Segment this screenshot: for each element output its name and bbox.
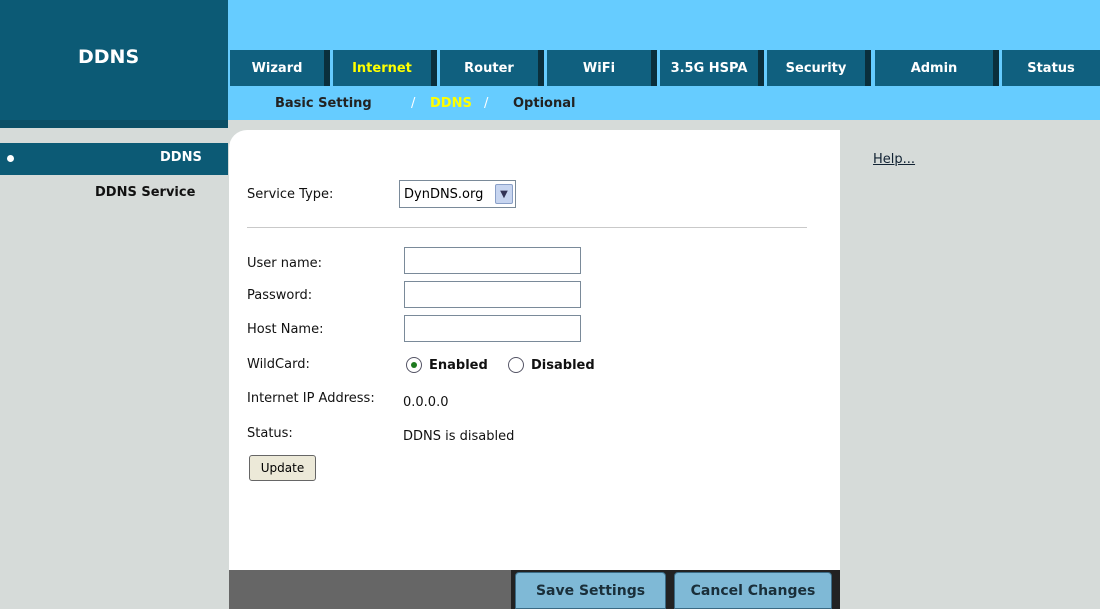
- host-name-input[interactable]: [404, 315, 581, 342]
- bullet-icon: [7, 155, 14, 162]
- subtab-ddns[interactable]: DDNS: [430, 96, 472, 111]
- password-label: Password:: [247, 288, 313, 303]
- service-type-select[interactable]: DynDNS.org ▼: [399, 180, 516, 208]
- username-input[interactable]: [404, 247, 581, 274]
- page-title: DDNS: [78, 46, 140, 68]
- internet-ip-label: Internet IP Address:: [247, 391, 375, 406]
- status-value: DDNS is disabled: [403, 429, 515, 444]
- subtab-separator: /: [411, 96, 416, 111]
- divider: [247, 227, 807, 228]
- tab-router[interactable]: Router: [440, 50, 544, 86]
- tab-wizard[interactable]: Wizard: [230, 50, 330, 86]
- header-gap: [228, 120, 1100, 128]
- password-input[interactable]: [404, 281, 581, 308]
- service-type-label: Service Type:: [247, 187, 334, 202]
- help-panel: [840, 140, 1100, 609]
- tab-wifi[interactable]: WiFi: [547, 50, 657, 86]
- cancel-changes-button[interactable]: Cancel Changes: [674, 572, 832, 609]
- tab-status[interactable]: Status: [1002, 50, 1100, 86]
- save-settings-button[interactable]: Save Settings: [515, 572, 666, 609]
- subtab-optional[interactable]: Optional: [513, 96, 575, 111]
- main-tab-bar: Wizard Internet Router WiFi 3.5G HSPA Se…: [230, 50, 1100, 86]
- sub-tab-bar: Basic Setting / DDNS / Optional: [228, 86, 1100, 120]
- wildcard-enabled-radio[interactable]: [406, 357, 422, 373]
- service-type-value: DynDNS.org: [404, 186, 484, 202]
- chevron-down-icon[interactable]: ▼: [495, 184, 513, 204]
- internet-ip-value: 0.0.0.0: [403, 395, 449, 410]
- help-link[interactable]: Help...: [873, 152, 915, 167]
- wildcard-disabled-radio[interactable]: [508, 357, 524, 373]
- status-label: Status:: [247, 426, 293, 441]
- subtab-separator: /: [484, 96, 489, 111]
- tab-internet[interactable]: Internet: [333, 50, 437, 86]
- left-header-stripe: [0, 120, 228, 128]
- username-label: User name:: [247, 256, 323, 271]
- tab-3-5g-hspa[interactable]: 3.5G HSPA: [660, 50, 764, 86]
- host-name-label: Host Name:: [247, 322, 324, 337]
- tab-security[interactable]: Security: [767, 50, 871, 86]
- sidebar: [0, 128, 228, 609]
- wildcard-label: WildCard:: [247, 357, 310, 372]
- tab-admin[interactable]: Admin: [875, 50, 999, 86]
- wildcard-disabled-label: Disabled: [531, 358, 595, 373]
- sidebar-section-label: DDNS: [160, 150, 202, 165]
- wildcard-enabled-label: Enabled: [429, 358, 488, 373]
- subtab-basic-setting[interactable]: Basic Setting: [275, 96, 372, 111]
- update-button[interactable]: Update: [249, 455, 316, 481]
- sidebar-item-ddns-service[interactable]: DDNS Service: [95, 185, 195, 200]
